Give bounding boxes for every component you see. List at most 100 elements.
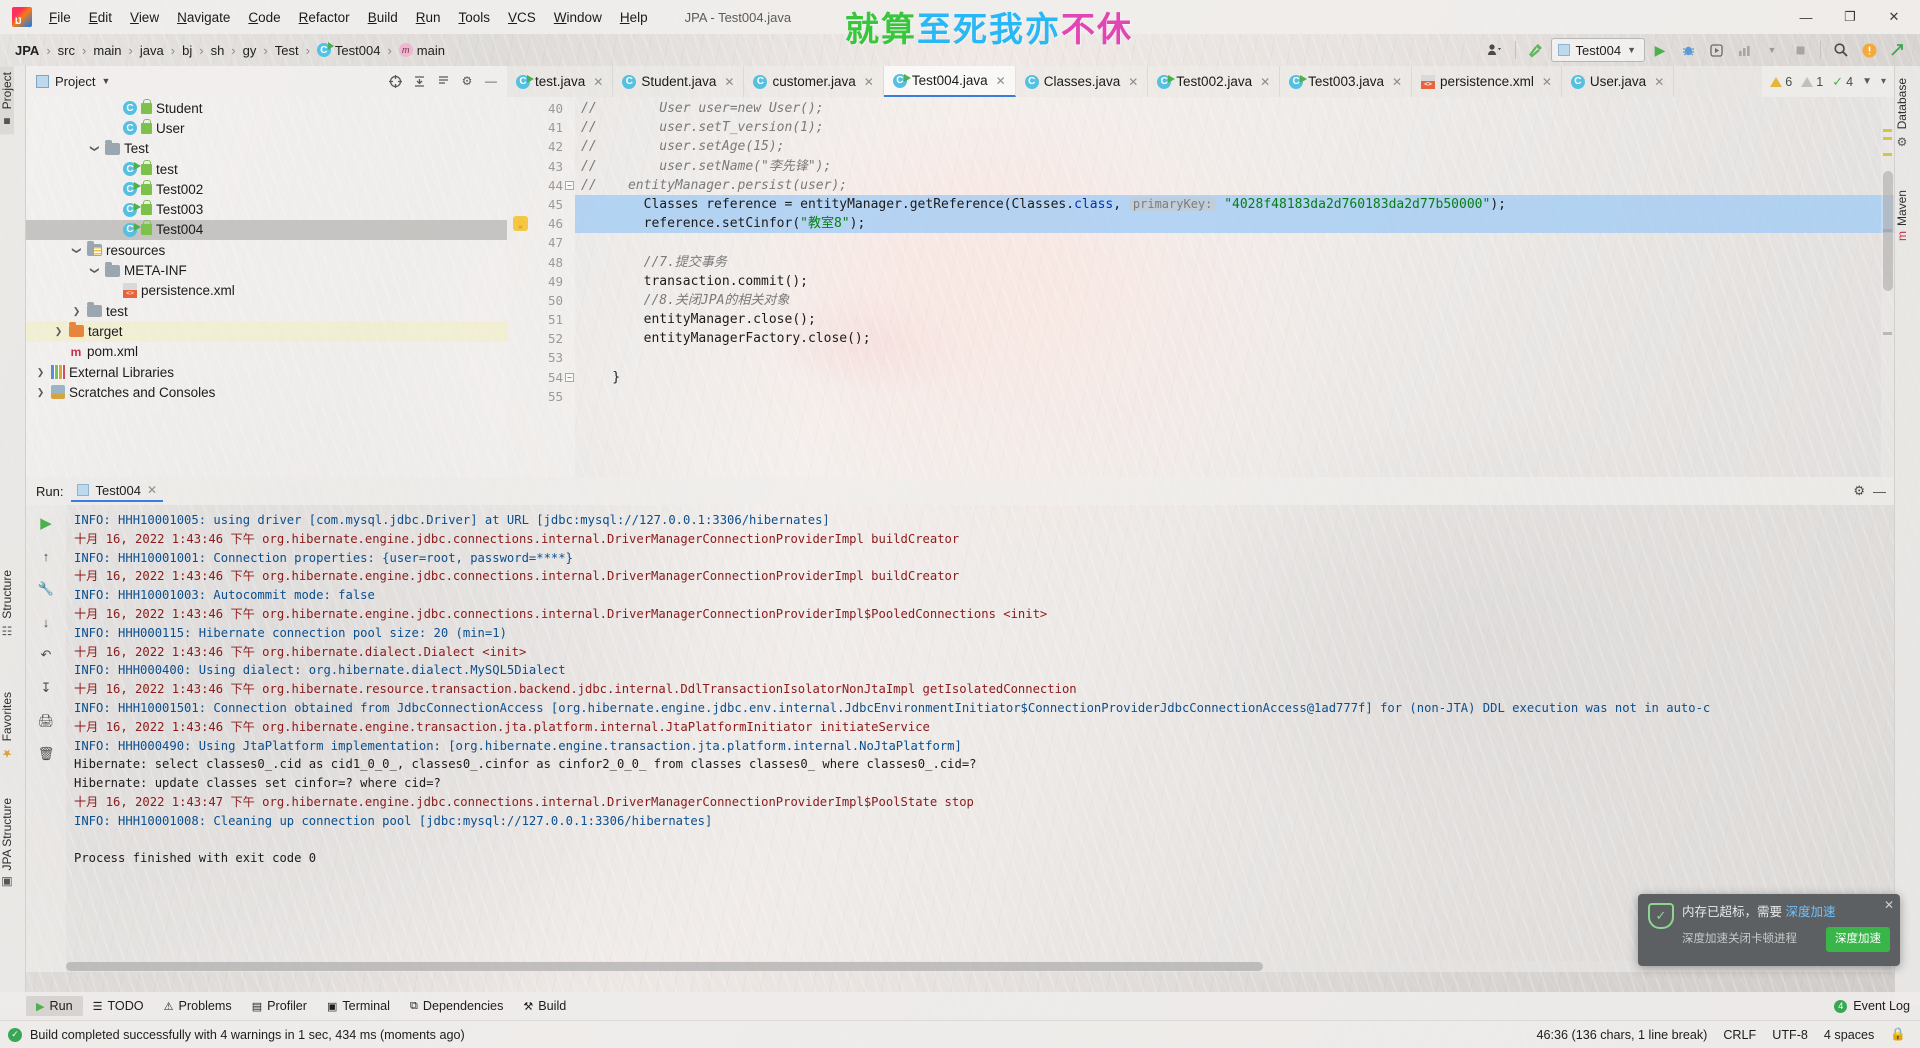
tree-node-test[interactable]: ❯ test [26,301,507,321]
menu-item-code[interactable]: Code [239,7,289,28]
breadcrumb-item-gy[interactable]: gy [238,41,262,60]
editor-tab-test002-java[interactable]: C Test002.java ✕ [1148,66,1281,97]
wrench-icon[interactable]: 🔧 [34,578,58,600]
gutter-line-44[interactable]: 44− [507,176,575,195]
gutter-line-47[interactable]: 47 [507,233,575,252]
editor-code-lines[interactable]: // User user=new User();// user.setT_ver… [575,97,1894,477]
profiler-icon[interactable] [1731,38,1757,62]
code-line-44[interactable]: // entityManager.persist(user); [575,176,1894,195]
gutter-line-46[interactable]: 46 [507,214,575,233]
file-encoding[interactable]: UTF-8 [1772,1028,1808,1042]
code-line-52[interactable]: entityManagerFactory.close(); [575,329,1894,348]
sidebar-item-project[interactable]: ■ Project [0,66,14,135]
event-log-area[interactable]: 4 Event Log [1834,999,1920,1013]
code-line-49[interactable]: transaction.commit(); [575,272,1894,291]
notification-balloon[interactable]: ✓ 内存已超标，需要 深度加速 深度加速关闭卡顿进程 深度加速 ✕ [1638,894,1900,966]
code-line-45[interactable]: Classes reference = entityManager.getRef… [575,194,1894,215]
tree-node-pom-xml[interactable]: m pom.xml [26,342,507,362]
editor-tab-test-java[interactable]: Ctest.java ✕ [507,66,614,97]
tree-node-test003[interactable]: C Test003 [26,199,507,219]
close-icon[interactable]: ✕ [147,483,157,497]
tree-node-external-libraries[interactable]: ❯ External Libraries [26,362,507,382]
updates-icon[interactable] [1856,38,1882,62]
expand-all-icon[interactable] [433,71,453,91]
gutter-line-43[interactable]: 43 [507,157,575,176]
close-icon[interactable]: ✕ [1542,75,1552,89]
menu-item-run[interactable]: Run [407,7,450,28]
menu-item-tools[interactable]: Tools [450,7,500,28]
scroll-from-source-icon[interactable] [385,71,405,91]
tree-node-resources[interactable]: ❯ resources [26,240,507,260]
code-editor[interactable]: 40 41 42 43 44−45 46 47 48 49 50 51 52 53 54−55 // Us… [507,97,1894,477]
close-icon[interactable]: ✕ [1884,898,1894,912]
gutter-line-48[interactable]: 48 [507,253,575,272]
tool-window-button-todo[interactable]: ☰ TODO [83,996,154,1016]
gutter-line-52[interactable]: 52 [507,329,575,348]
editor-tab-persistence-xml[interactable]: persistence.xml ✕ [1412,66,1562,97]
breadcrumb-item-test[interactable]: Test [270,41,304,60]
tree-node-test004[interactable]: C Test004 [26,219,507,241]
balloon-title-link[interactable]: 深度加速 [1785,905,1835,919]
chevron-down-icon[interactable]: ❯ [71,244,82,257]
editor-scrollbar[interactable] [1881,97,1894,477]
console-scrollbar-thumb[interactable] [66,962,1263,971]
breadcrumb-item-java[interactable]: java [135,41,169,60]
settings-gear-icon[interactable]: ⚙ [457,71,477,91]
gutter-line-40[interactable]: 40 [507,99,575,118]
user-dropdown-icon[interactable] [1482,38,1508,62]
sidebar-item-maven[interactable]: m Maven [1895,184,1909,247]
typo-count[interactable]: ✓ 4 [1832,74,1853,90]
menu-item-vcs[interactable]: VCS [499,7,545,28]
scroll-down-icon[interactable]: ↓ [34,611,58,633]
run-tab[interactable]: Test004 ✕ [71,481,164,502]
menu-item-window[interactable]: Window [545,7,611,28]
editor-marker-warning-3[interactable] [1883,153,1892,156]
breadcrumb-item-main[interactable]: main [88,41,126,60]
weak-warning-count[interactable]: 1 [1801,75,1823,89]
tree-node-target[interactable]: ❯ target [26,321,507,342]
code-line-43[interactable]: // user.setName("李先锋"); [575,157,1894,176]
close-icon[interactable]: ✕ [1392,75,1402,89]
tool-window-button-dependencies[interactable]: ⧉ Dependencies [400,996,513,1016]
gutter-line-51[interactable]: 51 [507,310,575,329]
menu-item-navigate[interactable]: Navigate [168,7,239,28]
hide-panel-icon[interactable]: — [1873,484,1886,499]
chevron-right-icon[interactable]: ❯ [34,367,47,378]
breadcrumb-item-sh[interactable]: sh [206,41,230,60]
tool-window-button-build[interactable]: ⚒ Build [513,996,576,1016]
scroll-to-end-icon[interactable]: ↧ [34,677,58,699]
chevron-right-icon[interactable]: ❯ [70,306,83,317]
caret-position[interactable]: 46:36 (136 chars, 1 line break) [1537,1028,1708,1042]
tool-window-button-run[interactable]: ▶ Run [26,996,83,1016]
maximize-window-button[interactable]: ❐ [1828,2,1872,32]
inspection-widget[interactable]: 6 1 ✓ 4 ▼ ▾ [1762,66,1894,97]
code-line-55[interactable] [575,387,1894,406]
gutter-line-49[interactable]: 49 [507,272,575,291]
close-icon[interactable]: ✕ [724,75,734,89]
tree-node-persistence-xml[interactable]: persistence.xml [26,281,507,301]
menu-item-help[interactable]: Help [611,7,657,28]
editor-marker-warning[interactable] [1883,129,1892,132]
code-line-48[interactable]: //7.提交事务 [575,253,1894,272]
chevron-right-icon[interactable]: ❯ [52,326,65,337]
stop-icon[interactable] [1787,38,1813,62]
tree-node-scratches-and-consoles[interactable]: ❯ Scratches and Consoles [26,382,507,402]
close-icon[interactable]: ✕ [864,75,874,89]
menu-item-file[interactable]: File [40,7,80,28]
gutter-line-45[interactable]: 45 [507,195,575,214]
search-icon[interactable] [1828,38,1854,62]
breadcrumb-item-main[interactable]: m main [394,41,450,60]
menu-item-build[interactable]: Build [359,7,407,28]
tool-window-button-terminal[interactable]: ▣ Terminal [317,996,400,1016]
tree-node-test[interactable]: ❯ Test [26,139,507,159]
code-line-54[interactable]: } [575,368,1894,387]
code-fold-icon[interactable]: − [565,180,574,190]
editor-marker-change-2[interactable] [1883,332,1892,335]
sidebar-item-favorites[interactable]: ★ Favorites [0,686,14,766]
close-icon[interactable]: ✕ [1128,75,1138,89]
chevron-down-icon[interactable]: ❯ [89,264,100,277]
close-icon[interactable]: ✕ [1260,75,1270,89]
settings-gear-icon[interactable]: ⚙ [1853,483,1865,499]
gutter-line-50[interactable]: 50 [507,291,575,310]
build-hammer-icon[interactable] [1523,38,1549,62]
